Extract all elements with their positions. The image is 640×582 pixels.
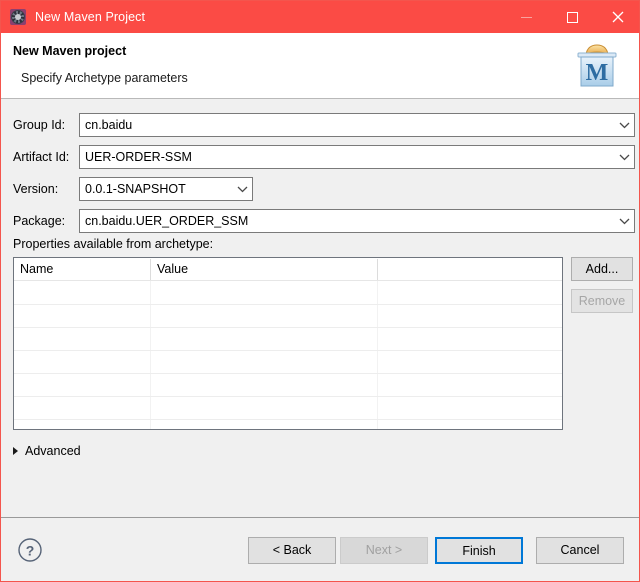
maximize-icon[interactable] — [549, 1, 595, 33]
group-id-combo[interactable]: cn.baidu — [79, 113, 635, 137]
version-combo[interactable]: 0.0.1-SNAPSHOT — [79, 177, 253, 201]
table-header-row: Name Value — [14, 258, 562, 281]
remove-property-button[interactable]: Remove — [571, 289, 633, 313]
cancel-button[interactable]: Cancel — [536, 537, 624, 564]
next-button[interactable]: Next > — [340, 537, 428, 564]
dialog-body: Group Id: cn.baidu Artifact Id: UER-ORDE… — [1, 99, 639, 517]
page-subtitle: Specify Archetype parameters — [21, 71, 188, 85]
column-header-value[interactable]: Value — [151, 258, 377, 280]
dialog-header: New Maven project Specify Archetype para… — [1, 33, 639, 99]
svg-text:M: M — [586, 60, 609, 86]
table-body — [14, 281, 562, 429]
chevron-down-icon[interactable] — [614, 218, 634, 225]
svg-text:?: ? — [26, 543, 35, 559]
package-value: cn.baidu.UER_ORDER_SSM — [85, 214, 249, 228]
package-label: Package: — [13, 214, 66, 228]
help-icon[interactable]: ? — [17, 537, 43, 563]
package-combo[interactable]: cn.baidu.UER_ORDER_SSM — [79, 209, 635, 233]
window-controls — [503, 1, 639, 33]
finish-button[interactable]: Finish — [435, 537, 523, 564]
minimize-icon[interactable] — [503, 1, 549, 33]
properties-section-label: Properties available from archetype: — [13, 237, 214, 251]
group-id-label: Group Id: — [13, 118, 66, 132]
column-header-name[interactable]: Name — [14, 258, 150, 280]
properties-table[interactable]: Name Value — [13, 257, 563, 430]
chevron-down-icon[interactable] — [614, 122, 634, 129]
maven-gear-icon — [10, 9, 26, 25]
add-property-button[interactable]: Add... — [571, 257, 633, 281]
artifact-id-value: UER-ORDER-SSM — [85, 150, 192, 164]
back-button[interactable]: < Back — [248, 537, 336, 564]
dialog-footer: ? < Back Next > Finish Cancel — [1, 517, 639, 581]
window-title: New Maven Project — [35, 10, 146, 24]
new-maven-project-dialog: New Maven Project New Maven project Spec… — [0, 0, 640, 582]
version-label: Version: — [13, 182, 59, 196]
page-title: New Maven project — [13, 44, 127, 58]
group-id-value: cn.baidu — [85, 118, 133, 132]
advanced-section-toggle[interactable]: Advanced — [13, 442, 81, 460]
advanced-label: Advanced — [25, 444, 81, 458]
chevron-down-icon[interactable] — [232, 186, 252, 193]
triangle-right-icon — [13, 447, 18, 455]
close-icon[interactable] — [595, 1, 639, 33]
artifact-id-combo[interactable]: UER-ORDER-SSM — [79, 145, 635, 169]
maven-logo-icon: M — [571, 41, 623, 91]
chevron-down-icon[interactable] — [614, 154, 634, 161]
title-bar: New Maven Project — [1, 1, 639, 33]
artifact-id-label: Artifact Id: — [13, 150, 70, 164]
version-value: 0.0.1-SNAPSHOT — [85, 182, 186, 196]
